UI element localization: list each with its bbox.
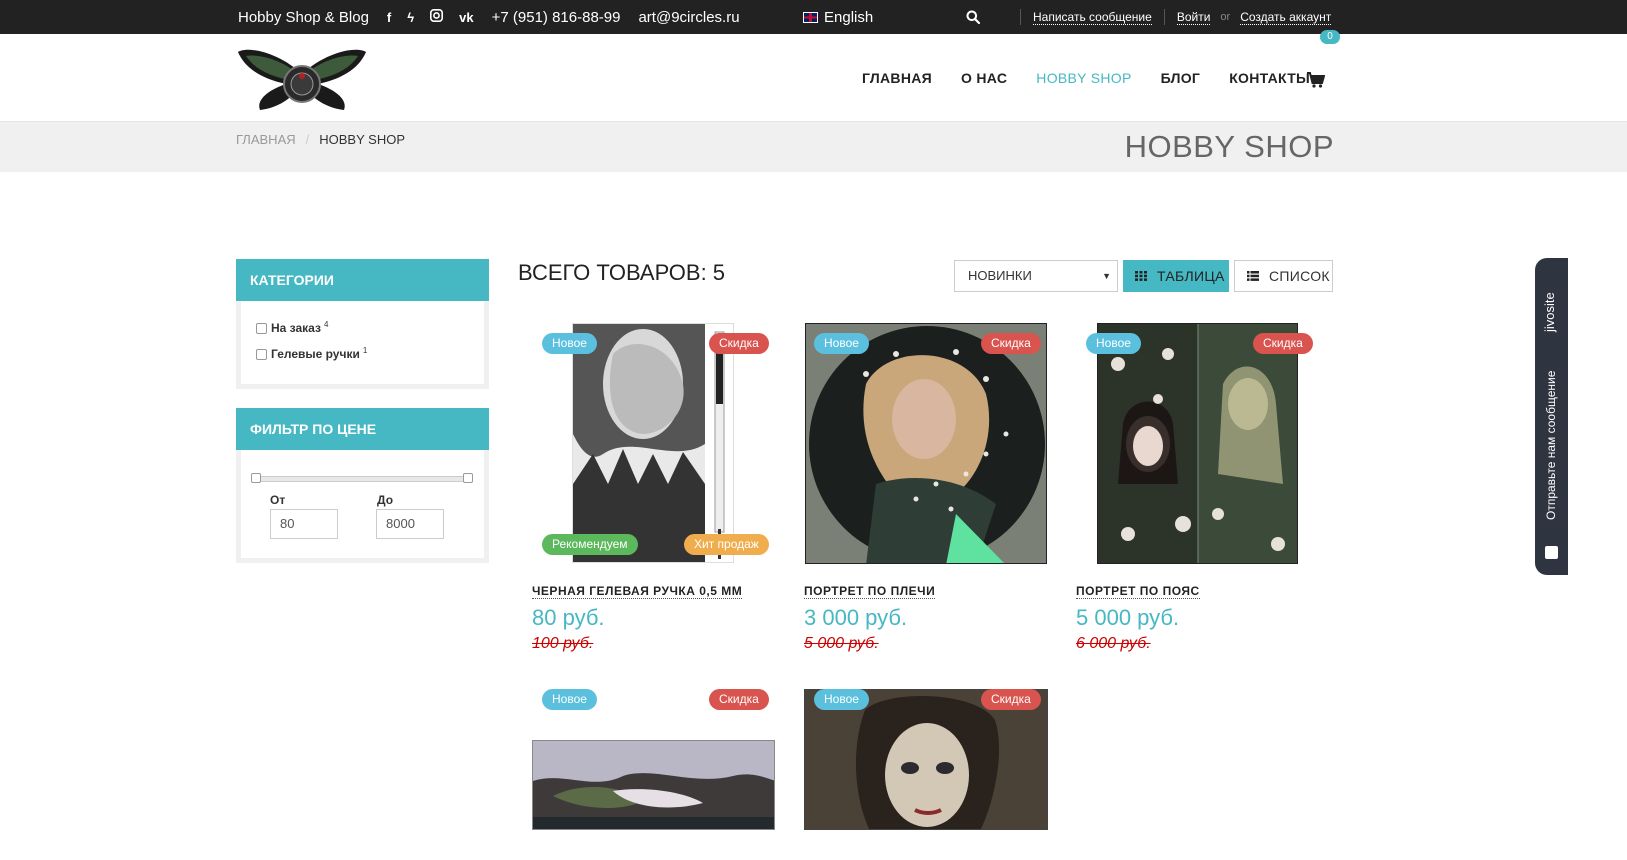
view-list-button[interactable]: СПИСОК <box>1234 260 1333 292</box>
badge-hit: Хит продаж <box>684 534 769 555</box>
badge-new: Новое <box>542 333 597 354</box>
breadcrumb-current: HOBBY SHOP <box>319 132 405 147</box>
sort-selected-value: НОВИНКИ <box>968 268 1032 283</box>
price-from-input[interactable]: 80 <box>270 509 338 539</box>
page-title: HOBBY SHOP <box>1124 129 1334 164</box>
cart-icon[interactable] <box>1307 72 1325 88</box>
site-name[interactable]: Hobby Shop & Blog <box>238 9 369 26</box>
category-label: На заказ <box>271 321 321 335</box>
product-old-price: 100 руб. <box>532 635 594 652</box>
price-slider-min-handle[interactable] <box>251 473 261 483</box>
badge-sale: Скидка <box>981 333 1041 354</box>
write-message-link[interactable]: Написать сообщение <box>1033 10 1152 25</box>
sort-select[interactable]: НОВИНКИ ▼ <box>954 260 1118 292</box>
category-item-gel-pens[interactable]: Гелевые ручки 1 <box>256 345 368 361</box>
grid-icon <box>1135 271 1147 281</box>
facebook-icon[interactable]: f <box>387 10 391 25</box>
email-link[interactable]: art@9circles.ru <box>638 9 739 26</box>
view-list-label: СПИСОК <box>1269 268 1330 284</box>
badge-new: Новое <box>542 689 597 710</box>
badge-recommended: Рекомендуем <box>542 534 638 555</box>
jivosite-message-label[interactable]: Отправьте нам сообщение <box>1544 358 1562 533</box>
product-name-link[interactable]: ЧЕРНАЯ ГЕЛЕВАЯ РУЧКА 0,5 ММ <box>532 584 743 599</box>
language-switcher[interactable]: English <box>803 0 873 34</box>
product-image-dark-portrait[interactable] <box>804 689 1048 830</box>
jivosite-logo: jivosite <box>1542 292 1557 332</box>
phone-link[interactable]: +7 (951) 816-88-99 <box>492 9 621 26</box>
list-icon <box>1247 271 1259 281</box>
chat-icon[interactable] <box>1545 546 1558 559</box>
breadcrumb: ГЛАВНАЯ / HOBBY SHOP <box>236 132 405 147</box>
breadcrumb-band <box>0 122 1627 172</box>
badge-new: Новое <box>1086 333 1141 354</box>
register-link[interactable]: Создать аккаунт <box>1240 10 1332 25</box>
account-links: Написать сообщение Войти or Создать акка… <box>1008 0 1332 34</box>
nav-item-contacts[interactable]: КОНТАКТЫ <box>1229 70 1310 86</box>
nav-item-home[interactable]: ГЛАВНАЯ <box>862 70 932 86</box>
search-icon[interactable] <box>966 10 980 24</box>
nav-item-about[interactable]: О НАС <box>961 70 1007 86</box>
product-price: 80 руб. <box>532 605 605 630</box>
badge-sale: Скидка <box>709 333 769 354</box>
price-to-input[interactable]: 8000 <box>376 509 444 539</box>
product-name-link[interactable]: ПОРТРЕТ ПО ПОЯС <box>1076 584 1200 599</box>
category-count: 4 <box>323 319 329 329</box>
product-image-gel-pen[interactable] <box>572 323 734 563</box>
divider <box>1163 9 1165 25</box>
price-to-label: До <box>377 493 394 507</box>
product-old-price: 5 000 руб. <box>804 635 879 652</box>
category-label: Гелевые ручки <box>271 347 360 361</box>
product-image-landscape[interactable] <box>532 740 775 830</box>
product-price: 5 000 руб. <box>1076 605 1180 630</box>
vk-icon[interactable]: vk <box>459 10 473 25</box>
language-label: English <box>824 8 874 26</box>
login-link[interactable]: Войти <box>1176 10 1211 25</box>
categories-widget-title: КАТЕГОРИИ <box>236 259 489 301</box>
top-bar: Hobby Shop & Blog f ϟ vk +7 (951) 816-88… <box>0 0 1627 34</box>
main-navigation: ГЛАВНАЯ О НАС HOBBY SHOP БЛОГ КОНТАКТЫ <box>862 70 1310 86</box>
badge-sale: Скидка <box>981 689 1041 710</box>
products-count-title: ВСЕГО ТОВАРОВ: 5 <box>518 260 726 285</box>
category-checkbox[interactable] <box>256 322 267 334</box>
top-bar-left: Hobby Shop & Blog f ϟ vk +7 (951) 816-88… <box>238 0 740 34</box>
badge-new: Новое <box>814 689 869 710</box>
instagram-icon[interactable] <box>430 9 444 25</box>
price-slider-max-handle[interactable] <box>463 473 473 483</box>
product-old-price: 6 000 руб. <box>1076 635 1151 652</box>
price-from-label: От <box>270 493 286 507</box>
price-filter-widget-title: ФИЛЬТР ПО ЦЕНЕ <box>236 408 489 450</box>
deviantart-icon[interactable]: ϟ <box>407 10 414 25</box>
caret-down-icon: ▼ <box>1102 271 1111 281</box>
product-image-waist-portrait[interactable] <box>1097 323 1298 564</box>
or-text: or <box>1220 11 1231 23</box>
cart-count-badge: 0 <box>1320 30 1340 44</box>
product-image-shoulder-portrait[interactable] <box>805 323 1047 564</box>
category-item-custom-order[interactable]: На заказ 4 <box>256 319 329 335</box>
product-price: 3 000 руб. <box>804 605 908 630</box>
view-table-label: ТАБЛИЦА <box>1157 268 1225 284</box>
product-name-link[interactable]: ПОРТРЕТ ПО ПЛЕЧИ <box>804 584 936 599</box>
category-count: 1 <box>362 345 368 355</box>
divider <box>1020 9 1021 25</box>
badge-new: Новое <box>814 333 869 354</box>
view-table-button[interactable]: ТАБЛИЦА <box>1123 260 1229 292</box>
social-links: f ϟ vk <box>387 9 474 25</box>
nav-item-blog[interactable]: БЛОГ <box>1161 70 1201 86</box>
category-checkbox[interactable] <box>256 348 267 360</box>
badge-sale: Скидка <box>1253 333 1313 354</box>
nav-item-hobby-shop[interactable]: HOBBY SHOP <box>1036 70 1131 86</box>
uk-flag-icon <box>803 11 818 23</box>
main-header: ГЛАВНАЯ О НАС HOBBY SHOP БЛОГ КОНТАКТЫ <box>0 34 1627 122</box>
site-logo[interactable] <box>238 44 366 114</box>
breadcrumb-separator: / <box>305 132 310 147</box>
breadcrumb-home[interactable]: ГЛАВНАЯ <box>236 132 296 147</box>
price-range-slider[interactable] <box>254 476 471 482</box>
badge-sale: Скидка <box>709 689 769 710</box>
